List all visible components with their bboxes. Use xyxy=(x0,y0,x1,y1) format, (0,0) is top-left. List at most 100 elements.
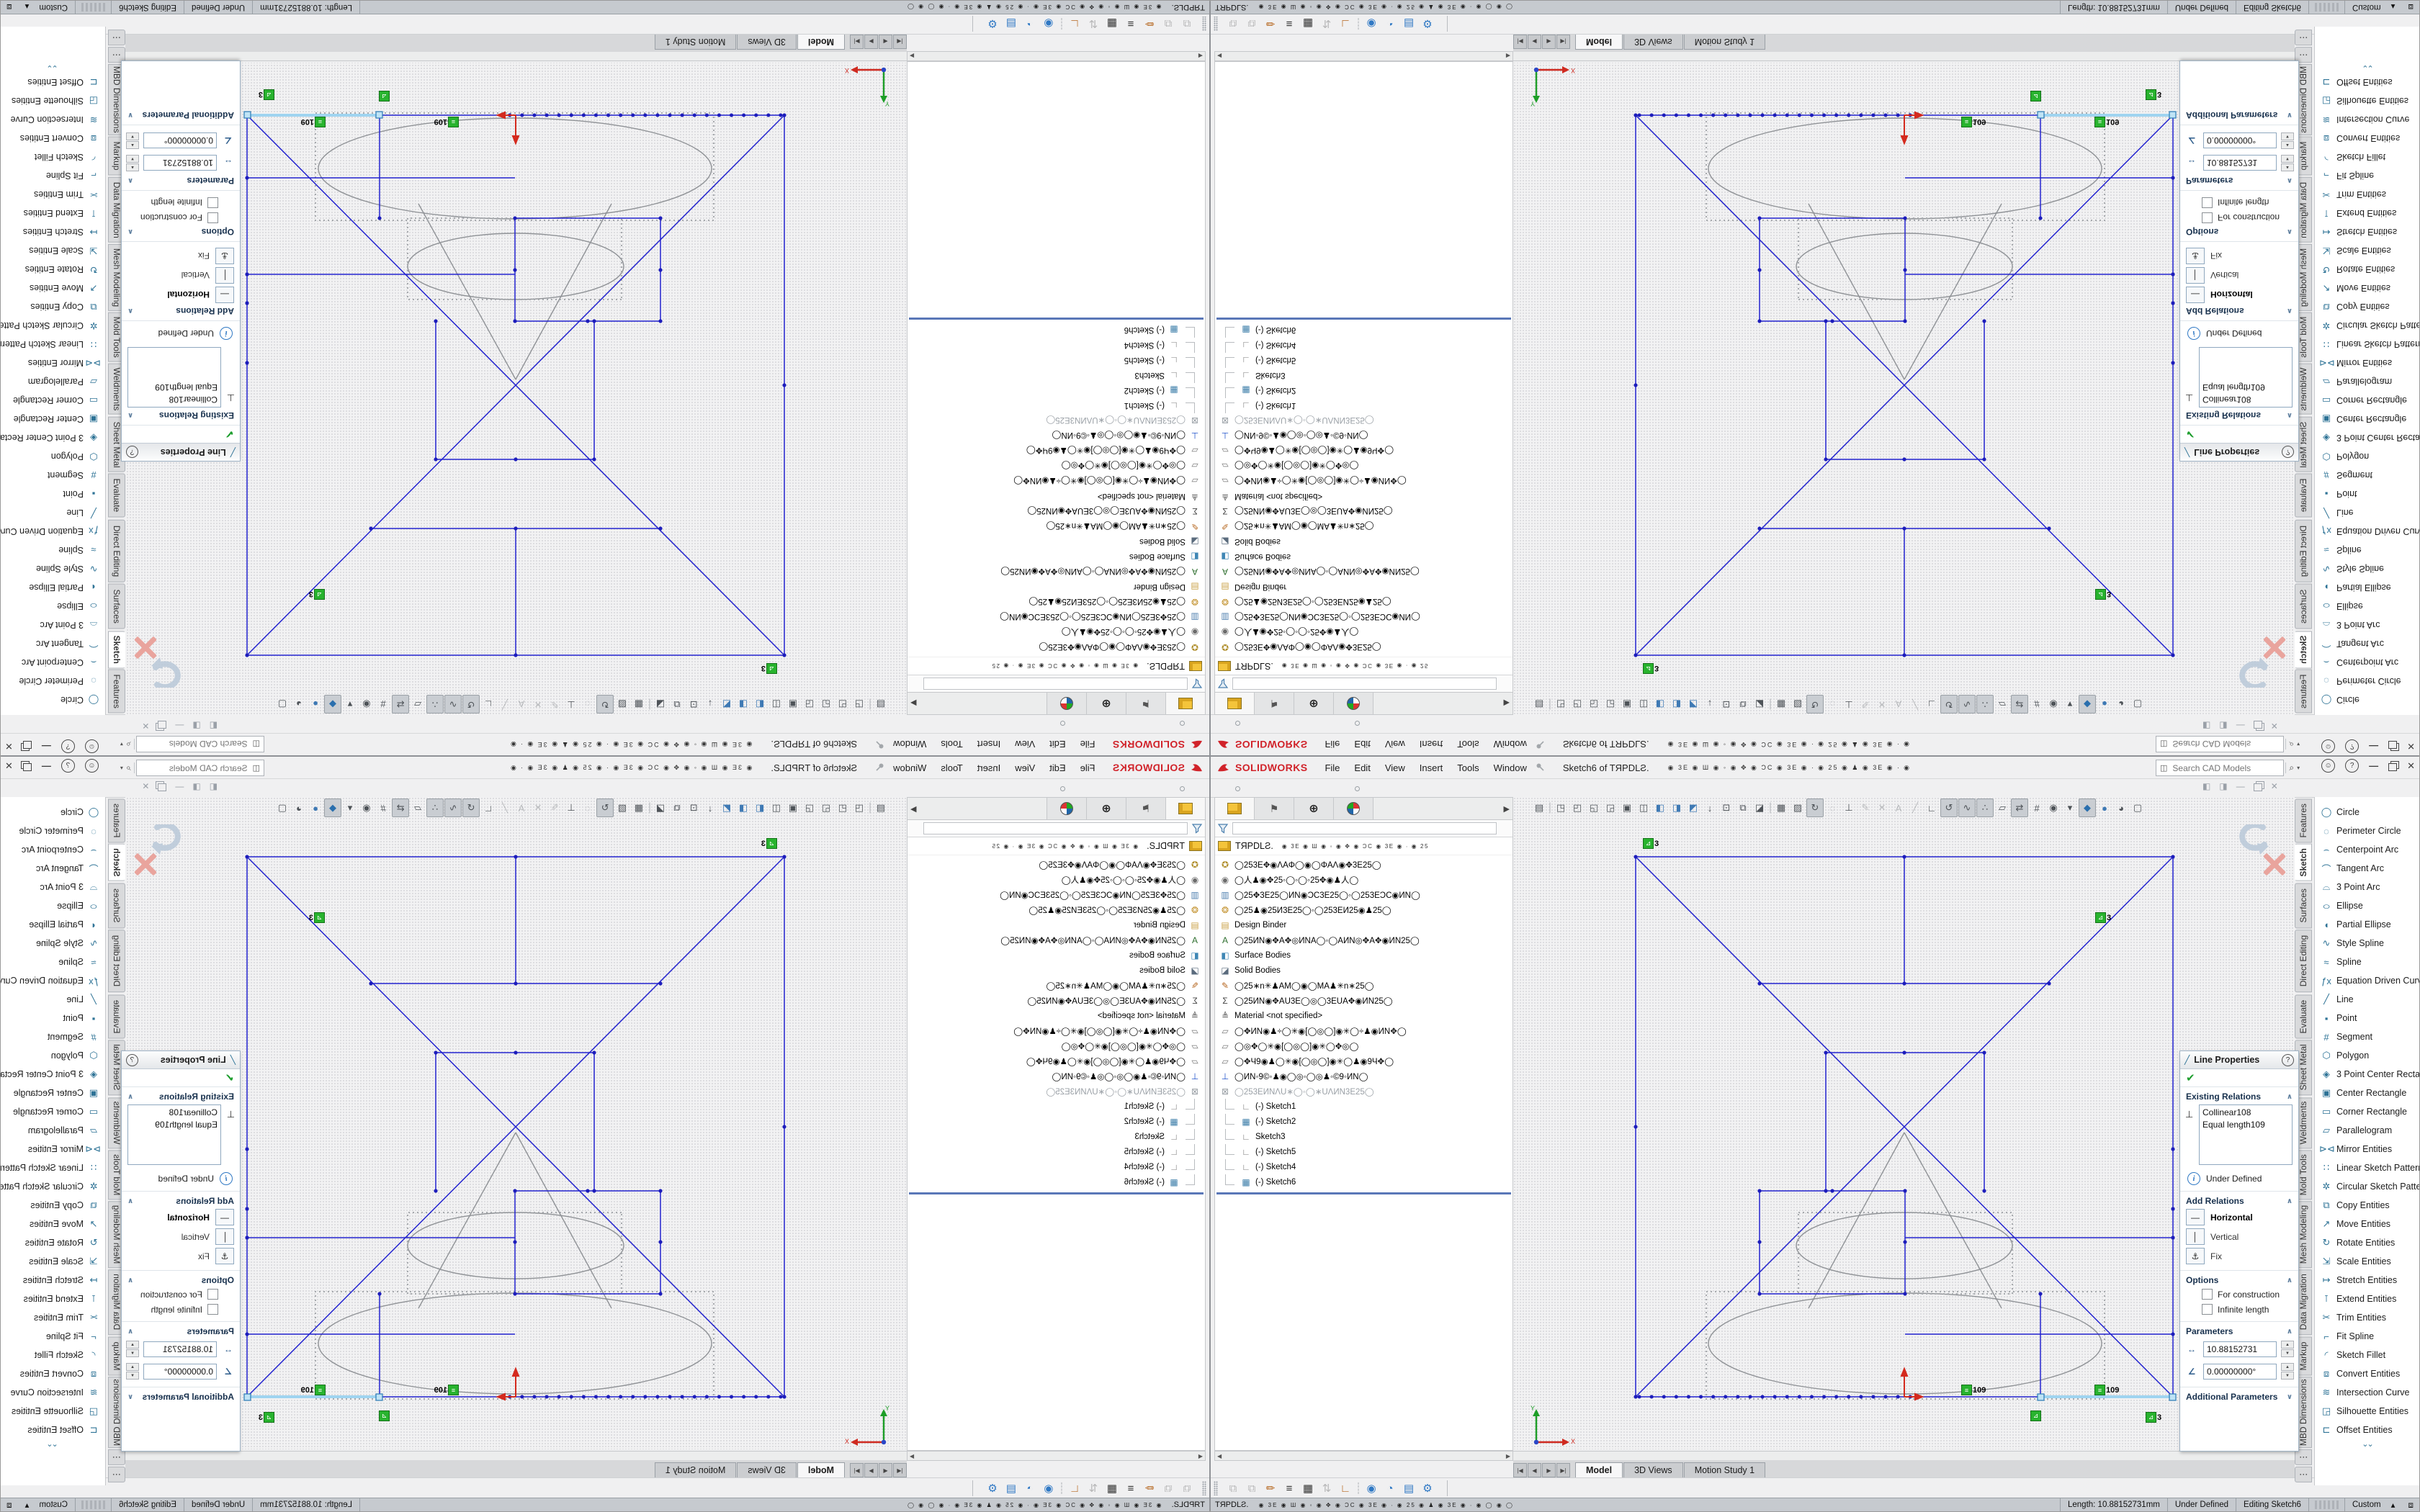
commandmanager-tab[interactable]: ⋮ xyxy=(2295,30,2312,45)
bottom-toolbar-icon[interactable]: ▦ xyxy=(1103,1480,1121,1497)
sketch-tool-item[interactable]: ✲ Circular Sketch Pattern xyxy=(1,316,105,335)
feature-tree-item[interactable]: ✎ ◯25∗n✳♟AM◯◉◯MA♟✳n∗25◯ xyxy=(1215,978,1512,993)
tab-nav-prev-icon[interactable]: ◀ xyxy=(879,35,892,49)
bottom-toolbar-icon[interactable]: ⧉ xyxy=(1242,15,1261,32)
tab-nav-first-icon[interactable]: |◀ xyxy=(1513,35,1527,49)
search-icon[interactable]: ⌕ xyxy=(123,739,135,750)
search-caret-icon[interactable]: ▾ xyxy=(2297,765,2302,771)
feature-tree-item[interactable]: ▤ Design Binder xyxy=(908,580,1205,595)
menu-item[interactable]: View xyxy=(1378,737,1412,752)
commandmanager-tab[interactable]: Surfaces xyxy=(108,883,125,928)
add-relation-button[interactable]: │ Vertical xyxy=(2180,1227,2298,1246)
sketch-tool-item[interactable]: ◜ Sketch Fillet xyxy=(1,1346,105,1364)
feature-tree-item[interactable]: ▱ ◯✥Ч9◉♟◯✳◉[◯◎◯]◉✳◯♟◉9Ч✥◯ xyxy=(908,1053,1205,1068)
status-unit-system[interactable]: Custom▴ xyxy=(18,1,76,14)
tab-displaymanager[interactable] xyxy=(1047,798,1086,819)
feature-tree-item[interactable]: ▱ ◯◎✥◯✳◉[◯◎◯]◉✳◯✥◎◯ xyxy=(1215,1038,1512,1053)
panel-ok-button[interactable]: ✔ xyxy=(2180,425,2298,443)
menu-item[interactable]: Edit xyxy=(1042,737,1072,752)
bottom-toolbar-icon[interactable]: ┊ xyxy=(1355,1480,1362,1497)
existing-relations-header[interactable]: Existing Relations∧ xyxy=(2180,1087,2298,1103)
menu-item[interactable]: File xyxy=(1317,760,1347,775)
sketch-tool-item[interactable]: ▣ Center Rectangle xyxy=(1,1084,105,1102)
sketch-tool-item[interactable]: ◌ Perimeter Circle xyxy=(1,672,105,690)
restore-button[interactable] xyxy=(23,763,32,771)
feature-tree-item[interactable]: ◧ Surface Bodies xyxy=(908,948,1205,963)
bottom-toolbar-icon[interactable]: ∟ xyxy=(1065,1480,1084,1497)
next-doc-icon[interactable]: ◨ xyxy=(2219,721,2227,731)
sketch-tool-item[interactable]: ∷ Linear Sketch Pattern xyxy=(1,1158,105,1177)
sketch-tool-item[interactable]: ◲ Silhouette Entities xyxy=(2315,1402,2419,1421)
sketch-tool-item[interactable]: ▱ Parallelogram xyxy=(2315,1121,2419,1140)
tab-nav-first-icon[interactable]: |◀ xyxy=(893,35,907,49)
sketch-tool-item[interactable]: ⌢ Centerpoint Arc xyxy=(1,653,105,672)
tab-nav-next-icon[interactable]: ▶ xyxy=(864,1463,878,1477)
panel-help-icon[interactable]: ? xyxy=(2282,1054,2294,1066)
sketch-tree-item[interactable]: ▦ (-) Sketch2 xyxy=(1215,1114,1512,1129)
bottom-toolbar-icon[interactable]: ▦ xyxy=(1299,15,1317,32)
document-tab[interactable]: Motion Study 1 xyxy=(655,1462,736,1477)
feature-tree-item[interactable]: ❂ ◯25♟◉25И3E25◯◦◯253EИ25◉♟25◯ xyxy=(1215,902,1512,917)
feature-tree-item[interactable]: A ◯25ИN◉✥A✥◎ИNA◯◦◯AИN◎✥A✥◉ИN25◯ xyxy=(908,564,1205,580)
checkbox[interactable] xyxy=(207,212,218,223)
commandmanager-tab[interactable]: Features xyxy=(2295,670,2312,714)
menu-item[interactable]: Window xyxy=(886,760,933,775)
bottom-toolbar-icon[interactable]: ⚙ xyxy=(983,15,1002,32)
tab-displaymanager[interactable] xyxy=(1334,693,1373,714)
feature-tree-item[interactable]: ≜ Material <not specified> xyxy=(908,489,1205,504)
filter-input[interactable] xyxy=(1232,822,1497,834)
bottom-toolbar-icon[interactable]: ⚙ xyxy=(1418,1480,1437,1497)
scroll-right-icon[interactable]: ▶ xyxy=(1504,1453,1512,1459)
menu-pin-icon[interactable] xyxy=(876,762,884,773)
sketch-tool-item[interactable]: ↗ Move Entities xyxy=(2315,1215,2419,1233)
commandmanager-tab[interactable]: ⋮ xyxy=(2295,1467,2312,1482)
sketch-tool-item[interactable]: ◯ Circle xyxy=(2315,690,2419,709)
more-tools-chevron-icon[interactable]: ⌄⌄ xyxy=(1,63,105,73)
parameters-header[interactable]: Parameters∧ xyxy=(122,1322,240,1338)
document-tab[interactable]: Model xyxy=(1575,1462,1623,1477)
graphics-area[interactable]: ▤|◳◰◱◲▣◫◧◨◩↓⊡⧉◪|▦▨↻◌⊥✎✕A╱∟↺∿∴▱⇄#◉▾◆●◕▢ xyxy=(125,797,907,1449)
sketch-tool-item[interactable]: ⌓ 3 Point Arc xyxy=(1,616,105,634)
help-icon[interactable]: ? xyxy=(2345,739,2359,753)
sketch-tree-item[interactable]: ▦ (-) Sketch6 xyxy=(908,323,1205,338)
feature-tree-item[interactable]: ▱ ◯✥Ч9◉♟◯✳◉[◯◎◯]◉✳◯♟◉9Ч✥◯ xyxy=(1215,444,1512,459)
tab-nav-last-icon[interactable]: ▶| xyxy=(1556,35,1570,49)
child-minimize-button[interactable]: — xyxy=(2236,781,2245,791)
sketch-tool-item[interactable]: ≈ Spline xyxy=(2315,953,2419,971)
sketch-tool-item[interactable]: ◌ Perimeter Circle xyxy=(2315,822,2419,840)
relation-item[interactable]: Collinear108 xyxy=(131,393,218,405)
checkbox[interactable] xyxy=(2202,1304,2213,1315)
splitter-dot[interactable] xyxy=(1235,721,1240,726)
sketch-tree-item[interactable]: ▦ (-) Sketch2 xyxy=(1215,383,1512,398)
menu-item[interactable]: Edit xyxy=(1347,737,1377,752)
sketch-tool-item[interactable]: ▭ Corner Rectangle xyxy=(1,391,105,410)
menu-item[interactable]: Insert xyxy=(1412,760,1451,775)
tree-hscrollbar[interactable]: ◀▶ xyxy=(907,51,1206,61)
sketch-tool-item[interactable]: ▭ Corner Rectangle xyxy=(2315,1102,2419,1121)
sketch-tool-item[interactable]: ƒx Equation Driven Curve xyxy=(2315,971,2419,990)
user-account-icon[interactable]: ☺ xyxy=(2321,759,2335,773)
tab-nav-first-icon[interactable]: |◀ xyxy=(1513,1463,1527,1477)
sketch-tool-item[interactable]: ◲ Silhouette Entities xyxy=(1,1402,105,1421)
bottom-toolbar-icon[interactable]: ┊ xyxy=(1355,15,1362,32)
bottom-toolbar-icon[interactable]: ∟ xyxy=(1336,1480,1355,1497)
sketch-tool-item[interactable]: ▪ Point xyxy=(2315,485,2419,503)
tabs-overflow-icon[interactable]: ▶ xyxy=(1504,699,1512,708)
sketch-tool-item[interactable]: ◲ Silhouette Entities xyxy=(2315,91,2419,110)
sketch-tool-item[interactable]: ⊺ Extend Entities xyxy=(2315,1290,2419,1308)
child-restore-button[interactable] xyxy=(2254,783,2262,791)
splitter-dot[interactable] xyxy=(1355,786,1360,791)
scroll-left-icon[interactable]: ◀ xyxy=(1215,1453,1224,1459)
bottom-toolbar-icon[interactable]: ◉ xyxy=(1362,15,1381,32)
tree-hscrollbar[interactable]: ◀▶ xyxy=(1214,51,1513,61)
feature-tree-item[interactable]: ⊠ ◯253EИNΛU∗◯◦◯∗UΛИN3E25◯ xyxy=(908,413,1205,428)
feature-tree-item[interactable]: ◉ ◯人♟◉✥25◦◯◦◯◦25✥◉♟人◯ xyxy=(908,872,1205,887)
minimize-button[interactable]: — xyxy=(2369,760,2378,771)
rollback-bar[interactable] xyxy=(1216,1192,1511,1194)
spinner[interactable]: ▲▼ xyxy=(126,1363,139,1380)
next-doc-icon[interactable]: ◨ xyxy=(192,721,200,731)
add-relation-button[interactable]: ⚓ Fix xyxy=(2180,246,2298,266)
sketch-tool-item[interactable]: ◜ Sketch Fillet xyxy=(2315,148,2419,166)
options-header[interactable]: Options∧ xyxy=(2180,225,2298,241)
feature-tree-item[interactable]: ≜ Material <not specified> xyxy=(908,1008,1205,1023)
